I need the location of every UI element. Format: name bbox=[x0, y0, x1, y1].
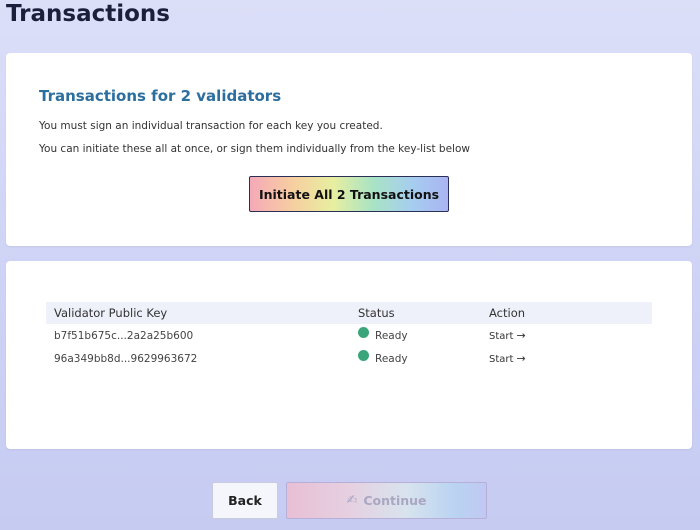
section-title: Transactions for 2 validators bbox=[39, 87, 282, 105]
validator-table: Validator Public Key Status Action b7f51… bbox=[46, 302, 652, 370]
continue-label: Continue bbox=[363, 493, 427, 508]
table-row: 96a349bb8d...9629963672 Ready Start → bbox=[46, 347, 652, 370]
table-row: b7f51b675c...2a2a25b600 Ready Start → bbox=[46, 324, 652, 347]
status-dot-icon bbox=[358, 327, 369, 338]
page-title: Transactions bbox=[6, 1, 170, 27]
arrow-right-icon: → bbox=[516, 329, 526, 342]
start-label: Start bbox=[489, 354, 514, 365]
header-action: Action bbox=[489, 306, 526, 320]
continue-button[interactable]: ✍ Continue bbox=[286, 482, 487, 519]
start-label: Start bbox=[489, 331, 514, 342]
keys-card: Validator Public Key Status Action b7f51… bbox=[6, 261, 692, 449]
summary-card: Transactions for 2 validators You must s… bbox=[6, 53, 692, 246]
header-status: Status bbox=[358, 306, 395, 320]
status-cell: Ready bbox=[358, 327, 489, 342]
status-cell: Ready bbox=[358, 350, 489, 365]
start-link[interactable]: Start → bbox=[489, 329, 526, 342]
action-cell: Start → bbox=[489, 329, 652, 342]
validator-public-key: 96a349bb8d...9629963672 bbox=[54, 352, 198, 365]
initiate-all-button[interactable]: Initiate All 2 Transactions bbox=[249, 176, 449, 212]
status-label: Ready bbox=[375, 329, 408, 342]
start-link[interactable]: Start → bbox=[489, 352, 526, 365]
header-public-key: Validator Public Key bbox=[54, 306, 168, 320]
validator-public-key: b7f51b675c...2a2a25b600 bbox=[54, 329, 194, 342]
status-label: Ready bbox=[375, 352, 408, 365]
back-button[interactable]: Back bbox=[212, 482, 278, 519]
quill-pen-icon: ✍ bbox=[346, 493, 358, 508]
instruction-line-1: You must sign an individual transaction … bbox=[39, 120, 383, 132]
table-header: Validator Public Key Status Action bbox=[46, 302, 652, 324]
instruction-line-2: You can initiate these all at once, or s… bbox=[39, 143, 470, 155]
action-cell: Start → bbox=[489, 352, 652, 365]
arrow-right-icon: → bbox=[516, 352, 526, 365]
status-dot-icon bbox=[358, 350, 369, 361]
